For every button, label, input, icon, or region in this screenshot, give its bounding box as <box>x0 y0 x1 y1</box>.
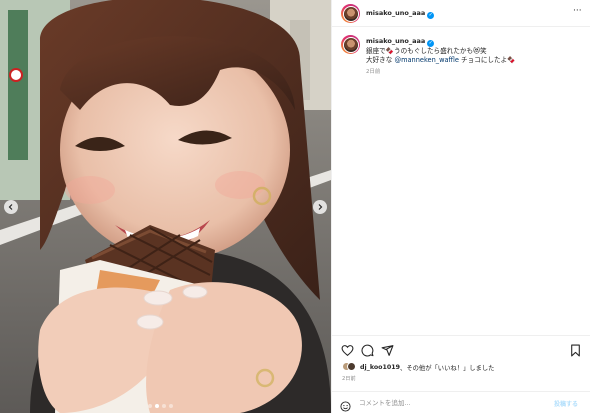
caption-text: misako_uno_aaa ✓ 銀座で🍫うのもぐしたら盛れたかも😻笑 大好きな … <box>366 37 576 78</box>
carousel-dot <box>169 404 173 408</box>
instagram-post: misako_uno_aaa ✓ ··· misako_uno_aaa ✓ 銀座で🍫… <box>0 0 590 413</box>
post-photo <box>0 0 331 413</box>
share-icon[interactable] <box>381 342 394 356</box>
liker-avatars <box>342 362 356 372</box>
caption-username[interactable]: misako_uno_aaa <box>366 37 425 45</box>
header-username-text[interactable]: misako_uno_aaa <box>366 9 425 17</box>
post-date: 2日前 <box>342 376 356 382</box>
header-username[interactable]: misako_uno_aaa ✓ <box>366 9 435 19</box>
add-comment-bar: 投稿する <box>332 391 590 413</box>
verified-icon: ✓ <box>427 40 435 47</box>
verified-icon: ✓ <box>427 12 435 19</box>
post-media[interactable] <box>0 0 331 413</box>
caption-timestamp: 2日前 <box>366 69 381 76</box>
likes-summary: dj_koo1019 、その他が「いいね！」しました <box>342 362 494 372</box>
caption-line-2-prefix: 大好きな <box>366 56 395 65</box>
avatar[interactable] <box>341 4 360 23</box>
comment-icon[interactable] <box>361 342 374 357</box>
caption-line-2-suffix: チョコにしたよ🍫 <box>458 56 516 65</box>
emoji-icon[interactable] <box>340 397 351 412</box>
post-comment-button[interactable]: 投稿する <box>554 399 578 408</box>
caption-line-1: 銀座で🍫うのもぐしたら盛れたかも😻笑 <box>366 47 487 55</box>
carousel-indicator <box>148 404 173 408</box>
bookmark-icon[interactable] <box>569 342 582 357</box>
comment-input[interactable] <box>359 396 539 409</box>
carousel-dot <box>148 404 152 408</box>
caption-mention-link[interactable]: @manneken_waffle <box>394 56 458 64</box>
carousel-next-button[interactable] <box>313 200 327 214</box>
chevron-right-icon <box>318 204 323 210</box>
liked-by-username[interactable]: dj_koo1019 <box>360 364 400 371</box>
post-actions <box>332 335 590 360</box>
carousel-dot <box>155 404 159 408</box>
caption-avatar[interactable] <box>341 35 360 54</box>
carousel-dot <box>162 404 166 408</box>
post-header: misako_uno_aaa ✓ ··· <box>332 0 590 27</box>
more-icon[interactable]: ··· <box>573 6 582 16</box>
heart-icon[interactable] <box>341 342 354 357</box>
carousel-prev-button[interactable] <box>4 200 18 214</box>
liked-by-suffix: 、その他が「いいね！」しました <box>400 364 495 372</box>
post-side-panel: misako_uno_aaa ✓ ··· misako_uno_aaa ✓ 銀座で🍫… <box>331 0 590 413</box>
chevron-left-icon <box>8 204 13 210</box>
